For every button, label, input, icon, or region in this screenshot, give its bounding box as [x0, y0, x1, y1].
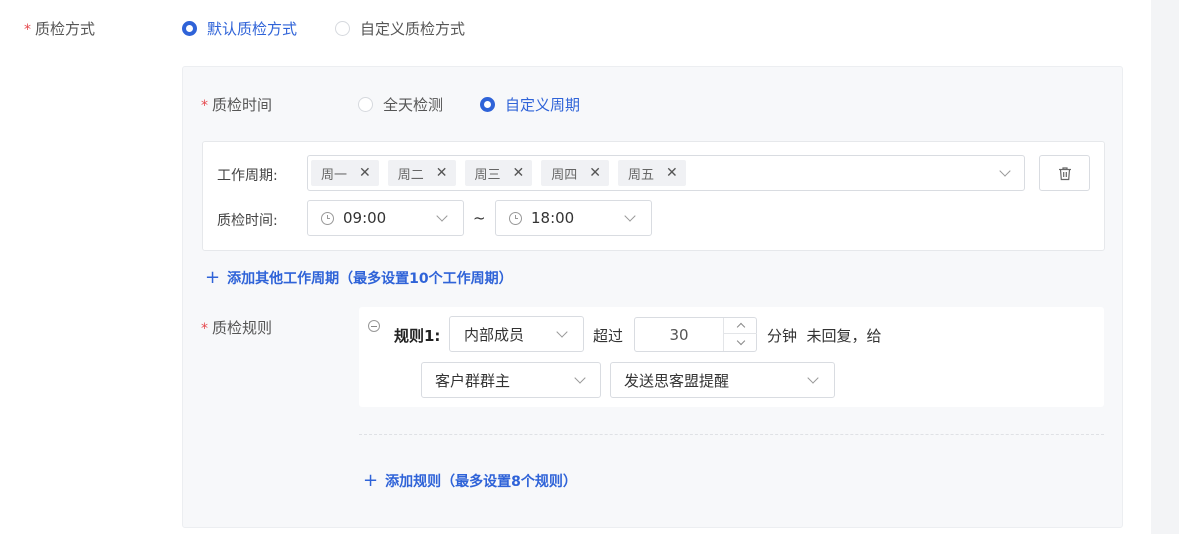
radio-custom-method[interactable]: 自定义质检方式 [335, 18, 465, 39]
radio-custom-period[interactable]: 自定义周期 [480, 94, 580, 115]
chevron-up-icon [736, 322, 745, 332]
work-period-card: 工作周期: 周一 ✕ 周二 ✕ 周三 ✕ 周四 ✕ 周五 ✕ 质检时间: 09:… [202, 141, 1105, 251]
radio-dot-icon [182, 21, 197, 36]
work-cycle-label: 工作周期: [217, 168, 278, 184]
action-value: 发送思客盟提醒 [624, 371, 730, 390]
increment-button[interactable] [724, 318, 757, 334]
start-time-select[interactable]: 09:00 [307, 200, 464, 236]
day-tag: 周二 ✕ [387, 160, 456, 186]
add-period-link[interactable]: + 添加其他工作周期（最多设置10个工作周期） [205, 268, 513, 288]
check-time-label: 质检时间: [217, 213, 278, 229]
custom-config-panel: * 质检时间 全天检测 自定义周期 工作周期: 周一 ✕ 周二 ✕ 周三 ✕ 周四 [182, 66, 1123, 528]
start-time-value: 09:00 [343, 209, 387, 227]
rules-divider [359, 434, 1104, 435]
after-minutes-text: 分钟 未回复，给 [767, 327, 882, 345]
member-value: 内部成员 [464, 325, 525, 344]
chevron-down-icon [436, 210, 448, 222]
target-value: 客户群群主 [435, 371, 511, 390]
close-icon[interactable]: ✕ [359, 166, 371, 180]
required-mark: * [201, 321, 208, 337]
day-tag: 周一 ✕ [311, 160, 379, 186]
trash-icon [1058, 166, 1071, 180]
required-mark: * [201, 98, 208, 114]
minus-circle-icon[interactable] [368, 320, 380, 332]
chevron-down-icon [624, 210, 636, 222]
required-mark: * [24, 22, 31, 38]
plus-icon: + [205, 267, 221, 288]
radio-all-day[interactable]: 全天检测 [358, 94, 443, 115]
rule-card: 规则1: 内部成员 超过 30 分钟 未回复，给 客户群群主 发送思客盟提醒 [359, 307, 1104, 407]
radio-dot-icon [480, 97, 495, 112]
radio-label: 默认质检方式 [207, 20, 298, 38]
day-tag: 周五 ✕ [618, 160, 686, 186]
chevron-down-icon [736, 336, 745, 345]
add-rule-link[interactable]: + 添加规则（最多设置8个规则） [363, 471, 577, 491]
action-select[interactable]: 发送思客盟提醒 [610, 362, 835, 398]
radio-label: 全天检测 [383, 96, 444, 114]
minutes-stepper[interactable]: 30 [634, 317, 757, 352]
radio-label: 自定义周期 [505, 96, 581, 114]
time-separator: ~ [473, 209, 486, 227]
plus-icon: + [363, 470, 379, 491]
stepper-arrows [723, 318, 757, 351]
target-select[interactable]: 客户群群主 [421, 362, 601, 398]
radio-dot-icon [335, 21, 350, 36]
radio-label: 自定义质检方式 [360, 20, 466, 38]
rule-name: 规则1: [394, 327, 441, 345]
close-icon[interactable]: ✕ [666, 166, 678, 180]
day-tag: 周三 ✕ [464, 160, 533, 186]
chevron-down-icon [574, 372, 586, 384]
close-icon[interactable]: ✕ [436, 166, 448, 180]
chevron-down-icon [999, 165, 1011, 177]
delete-period-button[interactable] [1039, 155, 1090, 191]
close-icon[interactable]: ✕ [589, 166, 601, 180]
chevron-down-icon [556, 326, 568, 338]
clock-icon [509, 211, 522, 225]
end-time-select[interactable]: 18:00 [495, 200, 652, 236]
decrement-button[interactable] [724, 334, 757, 350]
member-select[interactable]: 内部成员 [449, 316, 584, 352]
rules-label: * 质检规则 [201, 319, 273, 337]
radio-default-method[interactable]: 默认质检方式 [182, 18, 297, 39]
clock-icon [321, 211, 334, 225]
method-label: * 质检方式 [24, 20, 96, 38]
scrollbar-track[interactable] [1151, 0, 1179, 534]
minutes-value[interactable]: 30 [635, 318, 723, 351]
day-tag: 周四 ✕ [541, 160, 609, 186]
close-icon[interactable]: ✕ [513, 166, 525, 180]
exceed-text: 超过 [593, 327, 624, 345]
work-cycle-select[interactable]: 周一 ✕ 周二 ✕ 周三 ✕ 周四 ✕ 周五 ✕ [307, 155, 1025, 191]
chevron-down-icon [807, 372, 819, 384]
time-label: * 质检时间 [201, 96, 273, 114]
end-time-value: 18:00 [531, 209, 575, 227]
radio-dot-icon [358, 97, 373, 112]
